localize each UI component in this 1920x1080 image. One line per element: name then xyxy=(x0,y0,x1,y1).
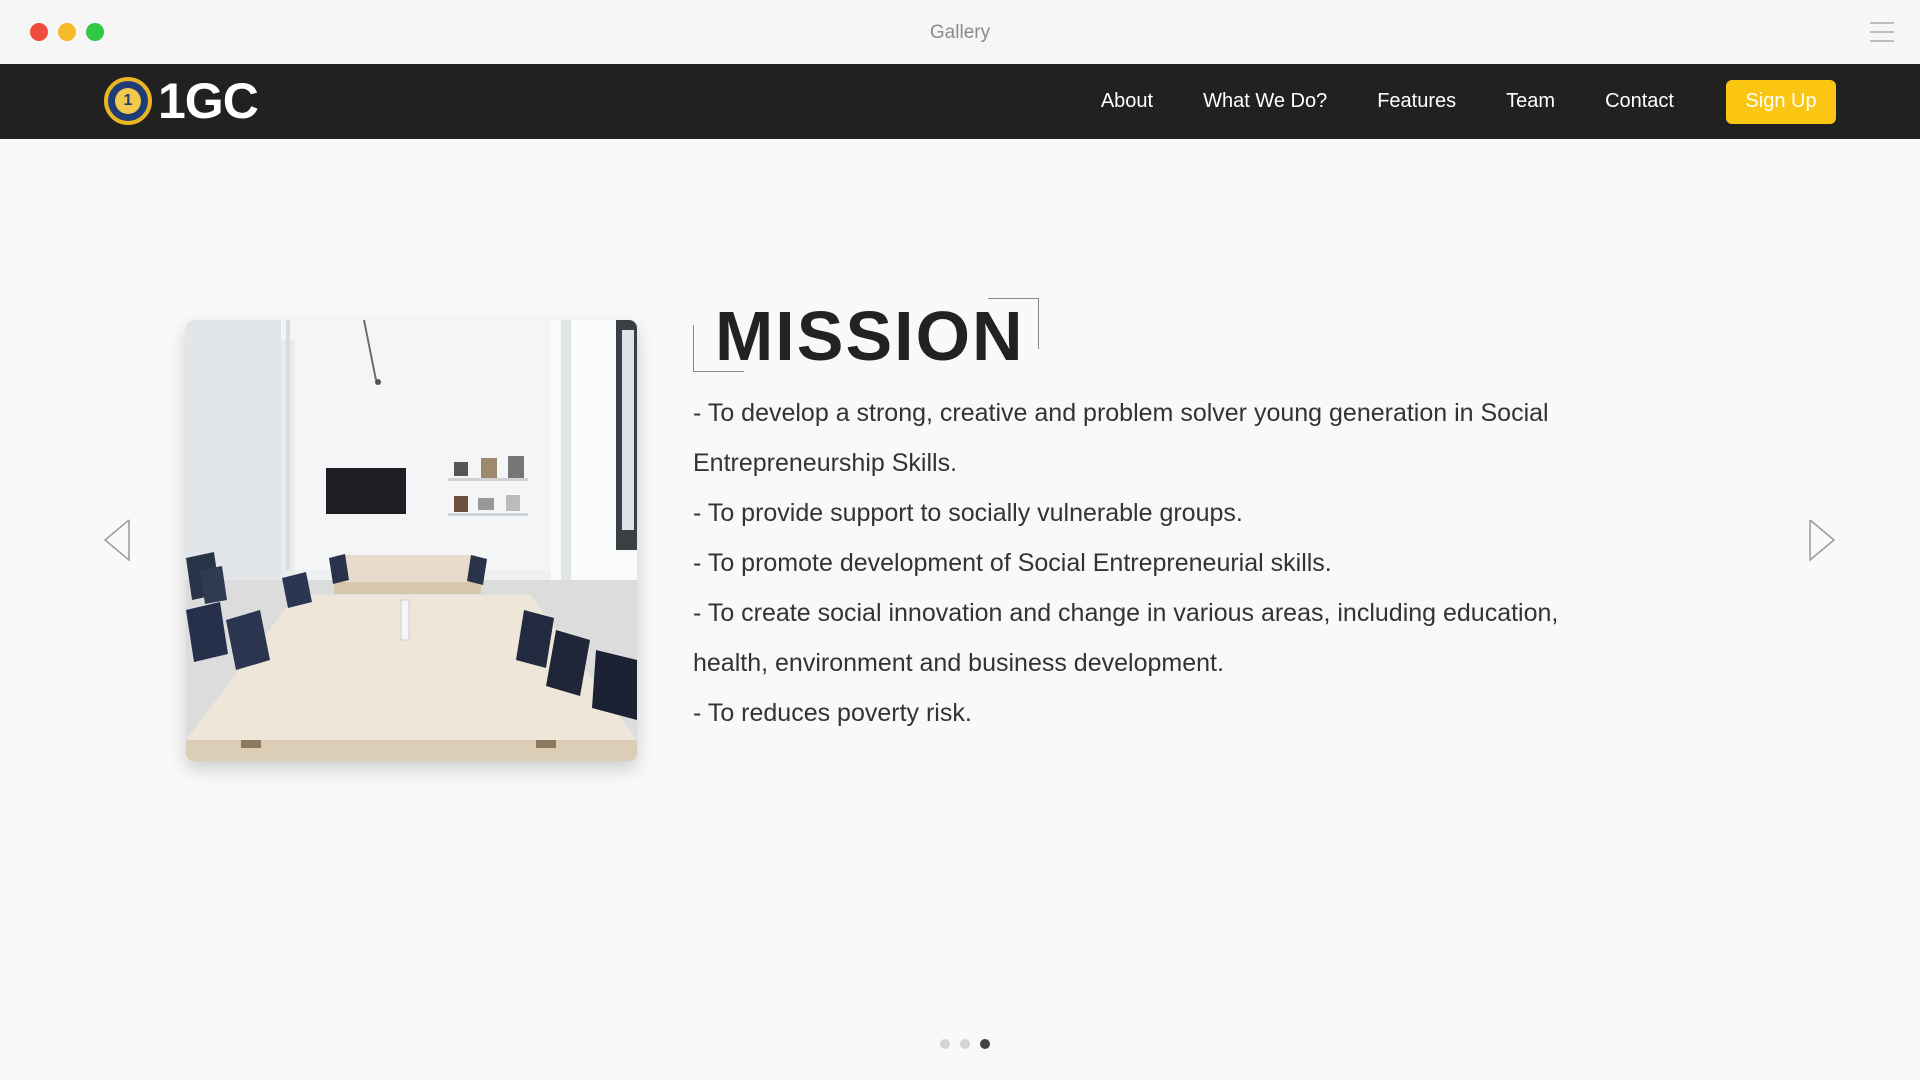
logo-emblem-icon: 1 xyxy=(104,77,152,125)
carousel-pagination xyxy=(940,1039,1000,1049)
hamburger-icon[interactable] xyxy=(1870,22,1894,44)
mission-line: - To reduces poverty risk. xyxy=(693,699,972,727)
site-navbar: 1 1GC About What We Do? Features Team Co… xyxy=(0,64,1920,139)
mission-line: - To provide support to socially vulnera… xyxy=(693,499,1243,527)
window-title: Gallery xyxy=(929,22,991,43)
slide-image-meeting-room xyxy=(186,320,637,761)
slide-title: MISSION xyxy=(715,297,1025,375)
mission-line: - To develop a strong, creative and prob… xyxy=(693,399,1549,477)
mission-line: - To promote development of Social Entre… xyxy=(693,549,1332,577)
mission-line: - To create social innovation and change… xyxy=(693,599,1559,677)
site-logo[interactable]: 1 1GC xyxy=(104,73,259,129)
nav-link-team[interactable]: Team xyxy=(1506,90,1555,113)
slide-body: - To develop a strong, creative and prob… xyxy=(693,388,1573,738)
nav-link-what-we-do[interactable]: What We Do? xyxy=(1203,90,1327,113)
chevron-left-icon[interactable] xyxy=(102,518,134,562)
nav-link-about[interactable]: About xyxy=(1101,90,1153,113)
carousel-dot-2[interactable] xyxy=(960,1039,970,1049)
nav-link-features[interactable]: Features xyxy=(1377,90,1456,113)
chevron-right-icon[interactable] xyxy=(1805,518,1837,562)
nav-links: About What We Do? Features Team Contact … xyxy=(1051,64,1836,139)
carousel-dot-3[interactable] xyxy=(980,1039,990,1049)
mission-heading: MISSION xyxy=(693,297,1039,375)
logo-text: 1GC xyxy=(158,73,259,129)
window-titlebar: Gallery xyxy=(0,0,1920,65)
carousel-dot-1[interactable] xyxy=(940,1039,950,1049)
sign-up-button[interactable]: Sign Up xyxy=(1726,79,1836,124)
nav-link-contact[interactable]: Contact xyxy=(1605,90,1674,113)
